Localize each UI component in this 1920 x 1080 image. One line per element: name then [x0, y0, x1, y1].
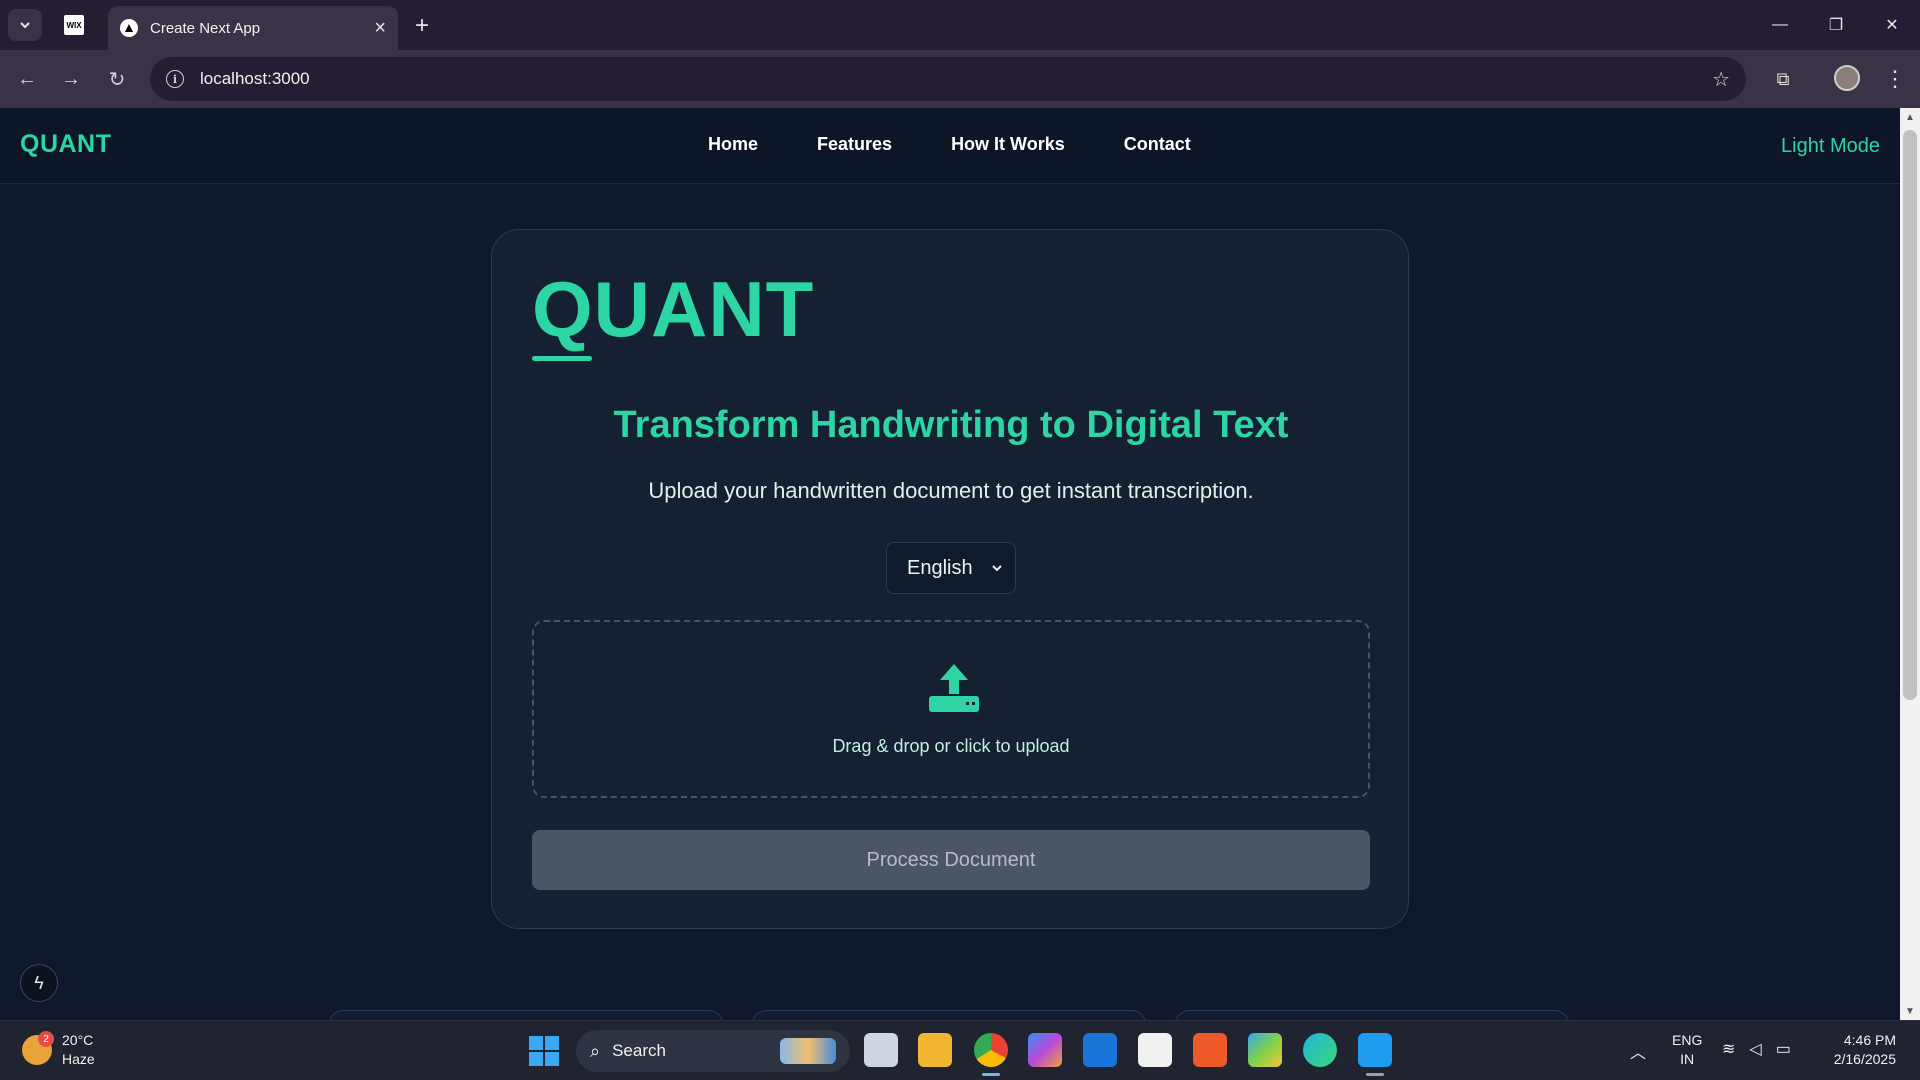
- chevron-down-icon: [992, 565, 1002, 572]
- reload-icon[interactable]: ↻: [102, 64, 132, 94]
- wifi-icon[interactable]: ≋: [1722, 1039, 1735, 1059]
- weather-badge: 2: [38, 1031, 54, 1047]
- extensions-puzzle-icon[interactable]: ⧉: [1768, 64, 1798, 94]
- feature-card: [752, 1010, 1146, 1020]
- chrome-icon[interactable]: [974, 1033, 1008, 1067]
- language-select[interactable]: English: [886, 542, 1016, 594]
- back-arrow-icon[interactable]: ←: [12, 64, 42, 94]
- search-highlight-image: [780, 1038, 836, 1064]
- card-brand-title: QUANT: [532, 265, 815, 353]
- address-bar[interactable]: i localhost:3000 ☆: [150, 57, 1746, 101]
- system-tray: ≋ ◁ ▭: [1722, 1039, 1791, 1059]
- weather-widget[interactable]: 2 20°C Haze: [22, 1031, 95, 1069]
- card-subtext: Upload your handwritten document to get …: [648, 478, 1254, 503]
- search-icon: ⌕: [590, 1040, 601, 1061]
- site-info-icon[interactable]: i: [166, 70, 184, 88]
- browser-tab-bar: WIX Create Next App × + — ❐ ✕: [0, 0, 1920, 50]
- window-controls: — ❐ ✕: [1752, 0, 1920, 50]
- browser-toolbar: ← → ↻ i localhost:3000 ☆ ⧉ ⋮: [0, 50, 1920, 108]
- site-logo[interactable]: QUANT: [20, 130, 111, 159]
- nav-link-home[interactable]: Home: [708, 134, 758, 155]
- upload-icon: [929, 664, 979, 712]
- battery-icon[interactable]: ▭: [1776, 1039, 1791, 1059]
- scroll-down-arrow-icon[interactable]: ▼: [1900, 1002, 1920, 1020]
- clock-time: 4:46 PM: [1843, 1032, 1896, 1048]
- feature-card: [329, 1010, 723, 1020]
- edge-icon[interactable]: [1303, 1033, 1337, 1067]
- tab-close-icon[interactable]: ×: [374, 18, 386, 38]
- copilot-icon[interactable]: [1028, 1033, 1062, 1067]
- nav-link-how-it-works[interactable]: How It Works: [951, 134, 1065, 155]
- upload-dropzone[interactable]: Drag & drop or click to upload: [532, 620, 1370, 798]
- page-scrollbar[interactable]: ▲ ▼: [1900, 108, 1920, 1020]
- vscode-icon[interactable]: [1358, 1033, 1392, 1067]
- tab-title: Create Next App: [150, 19, 261, 37]
- input-language-indicator[interactable]: ENG IN: [1672, 1031, 1702, 1069]
- forward-arrow-icon[interactable]: →: [56, 64, 86, 94]
- nav-link-contact[interactable]: Contact: [1124, 134, 1191, 155]
- nav-link-features[interactable]: Features: [817, 134, 892, 155]
- windows-start-icon[interactable]: [529, 1036, 559, 1066]
- brave-browser-icon[interactable]: [1193, 1033, 1227, 1067]
- tab-search-button[interactable]: [8, 9, 42, 41]
- nextjs-dev-tools-icon[interactable]: ϟ: [20, 964, 58, 1002]
- page-viewport: QUANT Home Features How It Works Contact…: [0, 108, 1900, 1020]
- upload-card: QUANT Transform Handwriting to Digital T…: [491, 229, 1409, 929]
- outlook-icon[interactable]: [1083, 1033, 1117, 1067]
- vscode-running-indicator: [1366, 1073, 1384, 1076]
- nextjs-favicon-icon: [120, 19, 138, 37]
- browser-menu-icon[interactable]: ⋮: [1880, 64, 1910, 94]
- wix-favicon-icon: WIX: [64, 15, 84, 35]
- brand-underline: [532, 356, 592, 361]
- minimize-icon[interactable]: —: [1752, 0, 1808, 50]
- microsoft-store-icon[interactable]: [1138, 1033, 1172, 1067]
- feature-card: [1175, 1010, 1569, 1020]
- input-language-line2: IN: [1680, 1051, 1695, 1067]
- url-text[interactable]: localhost:3000: [200, 69, 1712, 89]
- dropzone-text: Drag & drop or click to upload: [832, 736, 1070, 756]
- process-document-button[interactable]: Process Document: [532, 830, 1370, 890]
- volume-icon[interactable]: ◁: [1749, 1039, 1761, 1059]
- language-select-value: English: [907, 556, 973, 579]
- card-heading: Transform Handwriting to Digital Text: [613, 404, 1289, 446]
- tray-overflow-chevron-icon[interactable]: ︿: [1630, 1039, 1646, 1063]
- task-view-icon[interactable]: [864, 1033, 898, 1067]
- taskbar-search-label: Search: [612, 1041, 666, 1060]
- windows-taskbar: 2 20°C Haze ⌕ Search ︿ ENG IN ≋ ◁ ▭ 4:46…: [0, 1020, 1920, 1080]
- bookmark-star-icon[interactable]: ☆: [1712, 67, 1730, 92]
- restore-icon[interactable]: ❐: [1808, 0, 1864, 50]
- tab-create-next-app[interactable]: Create Next App ×: [108, 6, 398, 50]
- taskbar-search[interactable]: ⌕ Search: [576, 1030, 850, 1072]
- input-language-line1: ENG: [1672, 1032, 1703, 1048]
- weather-condition: Haze: [62, 1051, 95, 1067]
- taskbar-clock[interactable]: 4:46 PM 2/16/2025: [1824, 1031, 1896, 1069]
- weather-temperature: 20°C: [62, 1032, 94, 1048]
- weather-sun-icon: 2: [22, 1031, 54, 1065]
- site-header: QUANT Home Features How It Works Contact…: [0, 108, 1900, 184]
- pinned-tab-wix[interactable]: WIX: [56, 12, 92, 38]
- theme-toggle-button[interactable]: Light Mode: [1781, 135, 1880, 158]
- site-nav-links: Home Features How It Works Contact: [708, 134, 1250, 155]
- close-window-icon[interactable]: ✕: [1864, 0, 1920, 50]
- profile-avatar[interactable]: [1834, 65, 1860, 91]
- clock-date: 2/16/2025: [1833, 1051, 1896, 1067]
- scrollbar-thumb[interactable]: [1903, 130, 1917, 700]
- chrome-active-indicator: [982, 1073, 1000, 1076]
- scroll-up-arrow-icon[interactable]: ▲: [1900, 108, 1920, 126]
- microsoft-365-icon[interactable]: [1248, 1033, 1282, 1067]
- new-tab-button[interactable]: +: [408, 12, 436, 40]
- chevron-down-icon: [20, 22, 30, 29]
- file-explorer-icon[interactable]: [918, 1033, 952, 1067]
